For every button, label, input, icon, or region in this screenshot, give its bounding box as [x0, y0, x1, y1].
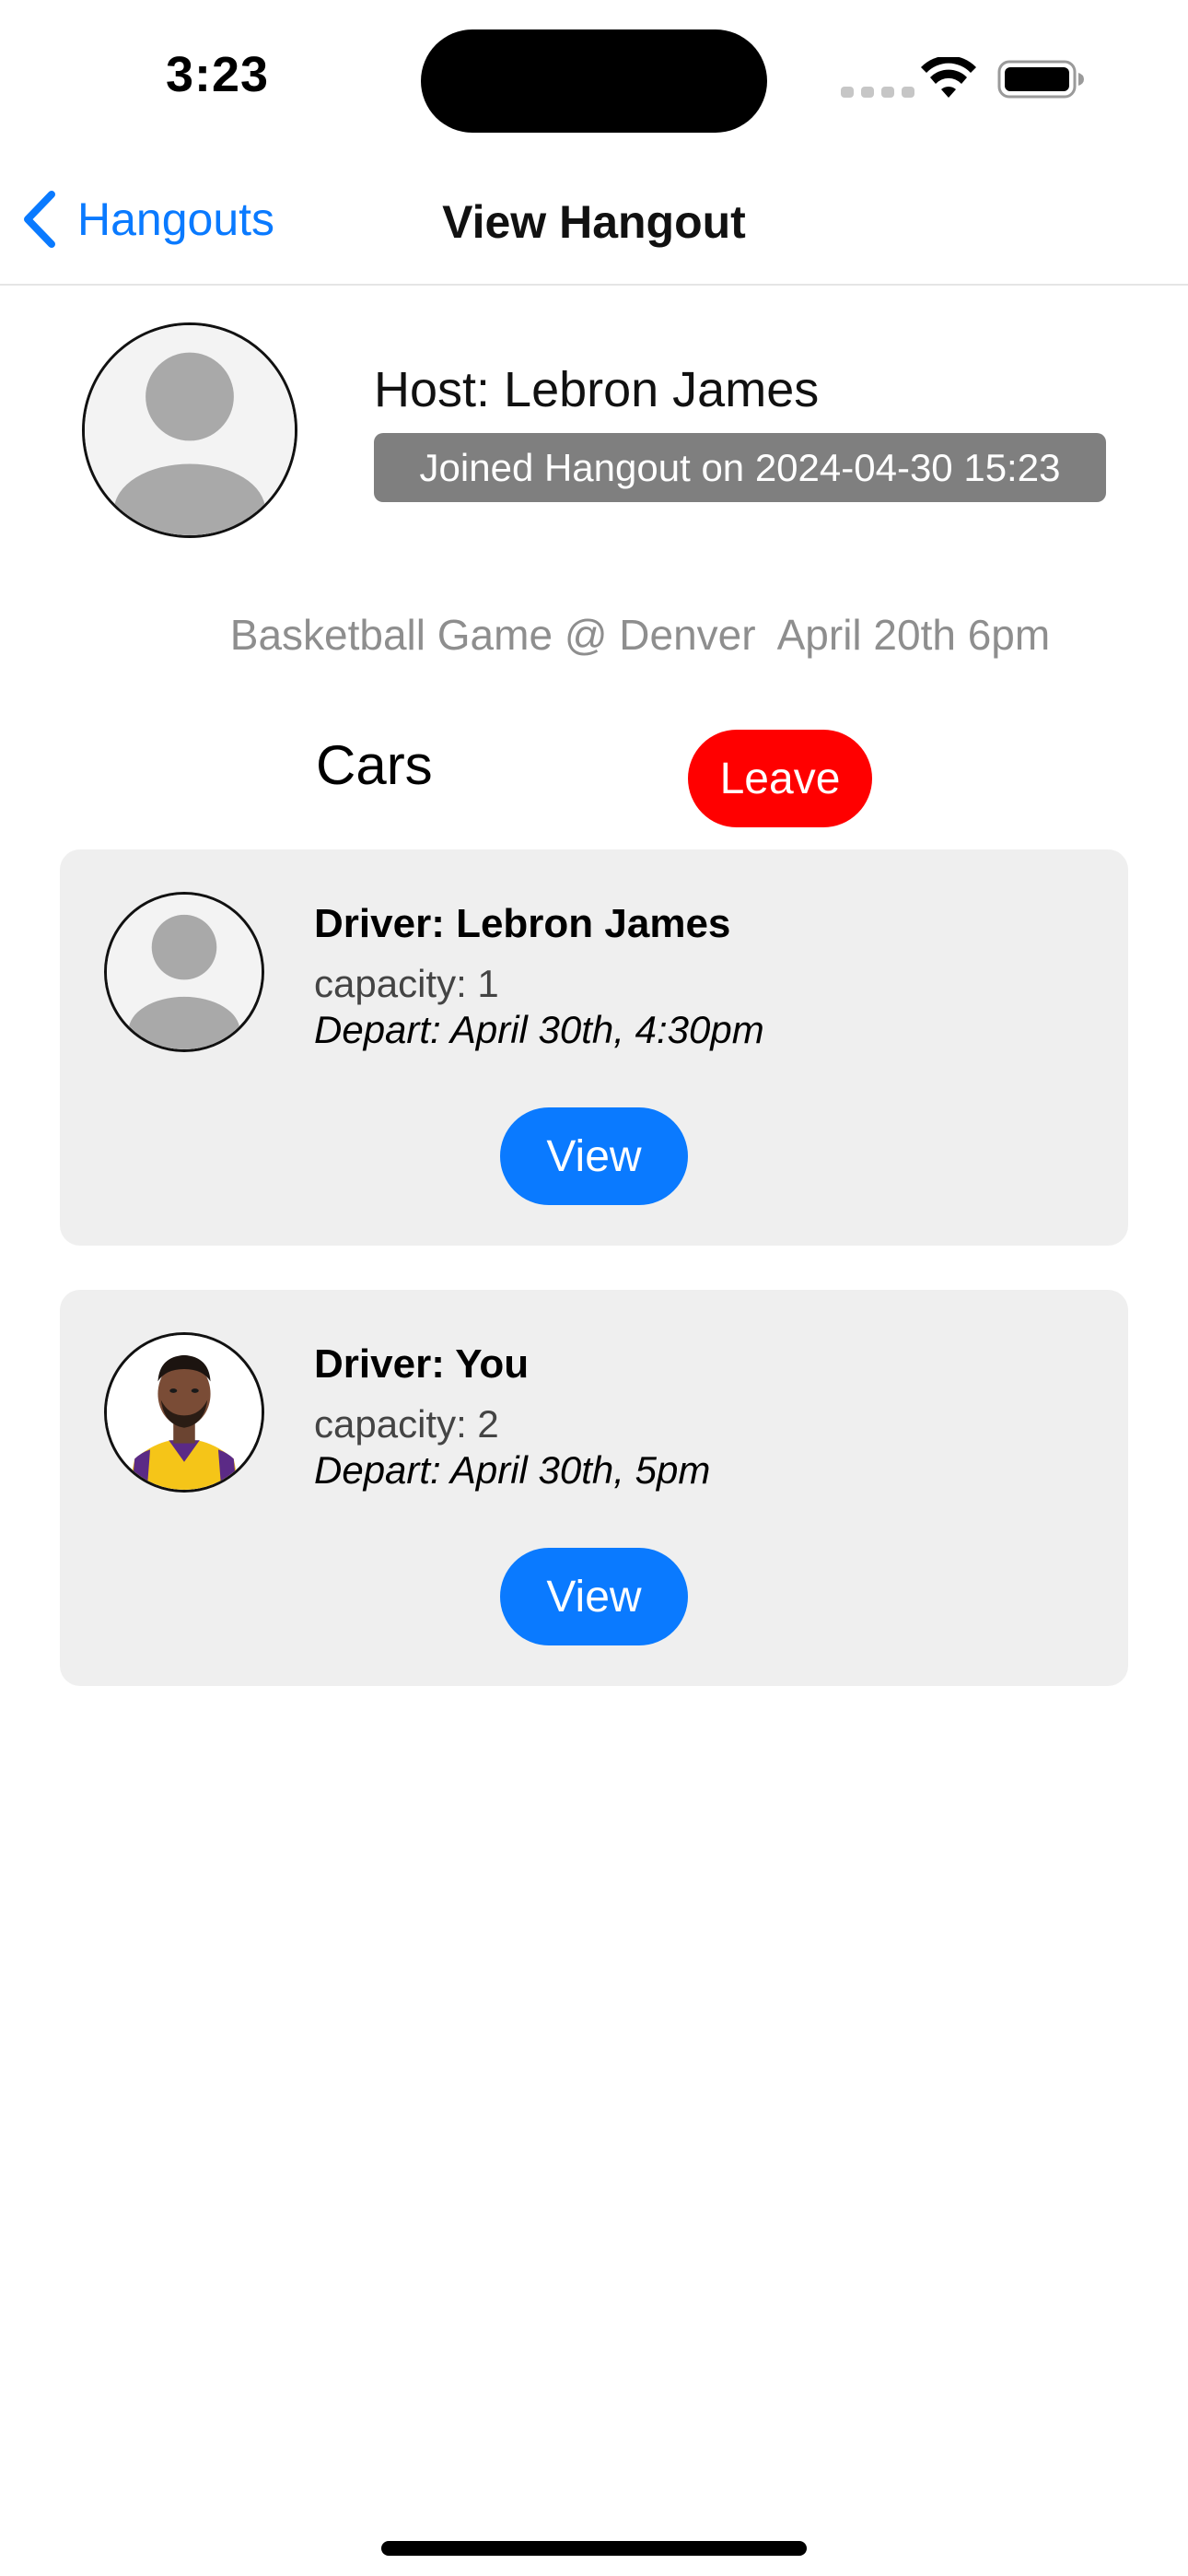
car-capacity: capacity: 2	[314, 1402, 499, 1446]
event-description: Basketball Game @ Denver April 20th 6pm	[229, 611, 1051, 659]
driver-name: Driver: Lebron James	[314, 901, 731, 946]
host-avatar	[82, 322, 297, 538]
home-indicator[interactable]	[381, 2541, 807, 2556]
person-placeholder-icon	[107, 895, 262, 1049]
view-car-button[interactable]: View	[500, 1548, 688, 1645]
car-depart-time: Depart: April 30th, 4:30pm	[314, 1008, 764, 1051]
car-card: Driver: Lebron James capacity: 1 Depart:…	[60, 849, 1128, 1246]
car-capacity: capacity: 1	[314, 962, 499, 1005]
leave-button[interactable]: Leave	[688, 730, 872, 827]
wifi-icon	[921, 57, 976, 98]
nav-divider	[0, 284, 1188, 286]
status-time: 3:23	[166, 47, 270, 102]
view-car-button[interactable]: View	[500, 1107, 688, 1205]
dynamic-island	[421, 29, 767, 133]
view-hangout-screen: 3:23 Hangouts View Hangout Host: Lebron …	[0, 0, 1188, 2576]
car-depart-time: Depart: April 30th, 5pm	[314, 1448, 711, 1492]
player-photo	[107, 1335, 262, 1490]
page-title: View Hangout	[442, 196, 746, 248]
cars-heading: Cars	[316, 734, 433, 796]
battery-icon	[997, 60, 1084, 99]
driver-name: Driver: You	[314, 1341, 530, 1387]
person-placeholder-icon	[85, 325, 295, 535]
driver-avatar	[104, 892, 264, 1052]
driver-avatar	[104, 1332, 264, 1493]
signal-dots-icon	[841, 87, 914, 98]
host-name: Host: Lebron James	[374, 362, 820, 417]
joined-badge: Joined Hangout on 2024-04-30 15:23	[374, 433, 1106, 502]
car-card: Driver: You capacity: 2 Depart: April 30…	[60, 1290, 1128, 1686]
